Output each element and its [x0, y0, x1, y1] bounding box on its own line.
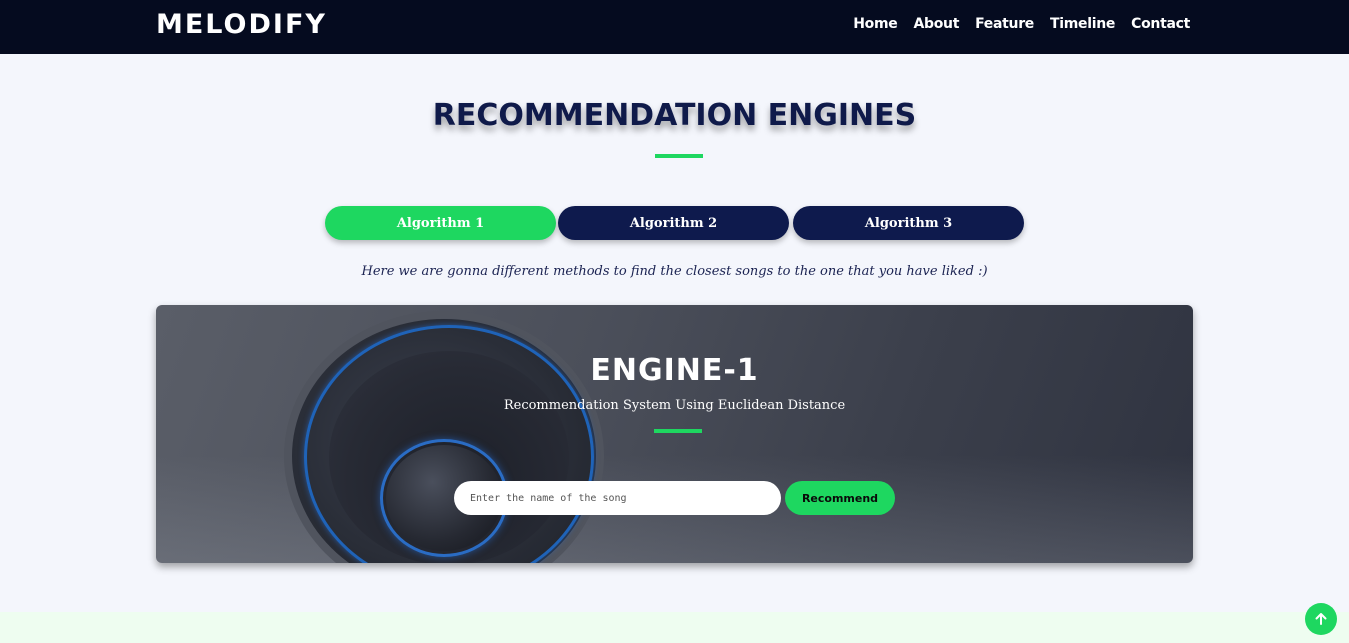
engine-title: ENGINE-1: [590, 353, 759, 388]
nav-link-timeline[interactable]: Timeline: [1050, 16, 1115, 32]
nav-links: Home About Feature Timeline Contact: [853, 16, 1190, 32]
tab-algorithm-3[interactable]: Algorithm 3: [793, 206, 1024, 240]
nav-link-home[interactable]: Home: [853, 16, 898, 32]
nav-link-feature[interactable]: Feature: [975, 16, 1034, 32]
section-title: RECOMMENDATION ENGINES: [432, 98, 917, 133]
song-search-input[interactable]: [454, 481, 781, 515]
title-underline: [655, 154, 703, 158]
brand-logo[interactable]: MELODIFY: [156, 9, 327, 40]
nav-link-about[interactable]: About: [913, 16, 959, 32]
scroll-to-top-button[interactable]: [1305, 603, 1337, 635]
speaker-image: [274, 311, 614, 563]
nav-link-contact[interactable]: Contact: [1131, 16, 1190, 32]
section-subtitle: Here we are gonna different methods to f…: [361, 264, 988, 279]
engine-card: ENGINE-1 Recommendation System Using Euc…: [156, 305, 1193, 563]
engine-underline: [654, 429, 702, 433]
engine-description: Recommendation System Using Euclidean Di…: [503, 398, 846, 413]
arrow-up-icon: [1315, 613, 1327, 625]
navbar: MELODIFY Home About Feature Timeline Con…: [0, 0, 1349, 54]
tab-algorithm-2[interactable]: Algorithm 2: [558, 206, 789, 240]
recommend-button[interactable]: Recommend: [785, 481, 895, 515]
next-section-edge: [0, 612, 1349, 643]
tab-algorithm-1[interactable]: Algorithm 1: [325, 206, 556, 240]
